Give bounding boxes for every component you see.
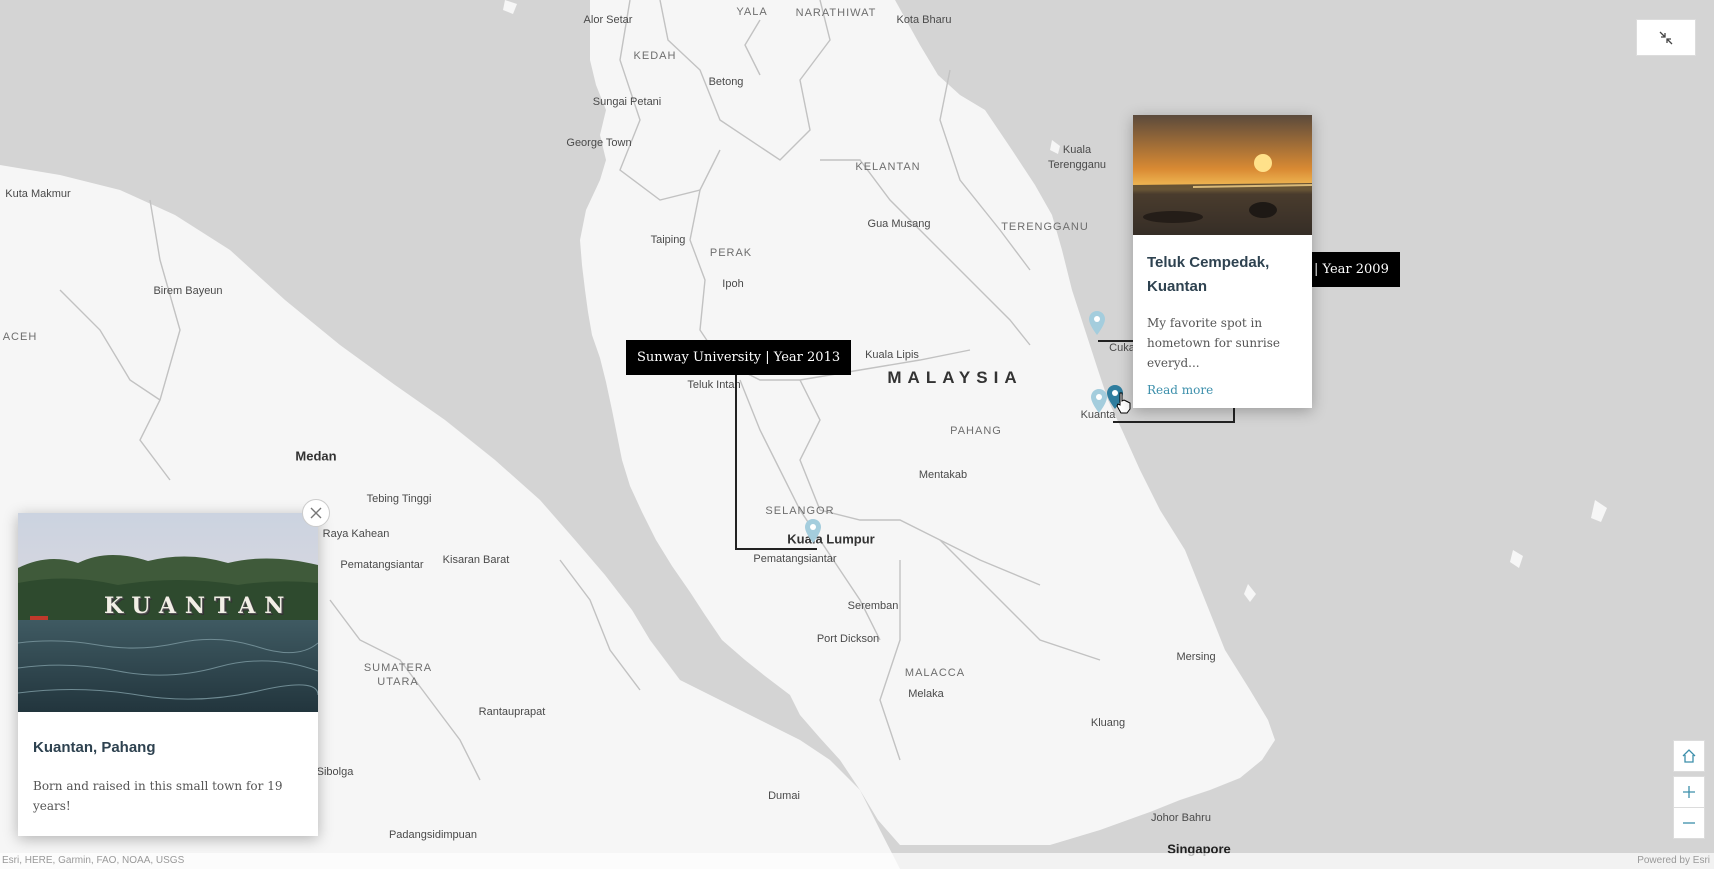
map-label-pematangsiantar-2: Pematangsiantar	[753, 553, 837, 565]
close-popup-button[interactable]	[302, 499, 330, 527]
map-label-kisaran-barat: Kisaran Barat	[442, 554, 510, 566]
map-label-raya-kahean: Raya Kahean	[322, 528, 390, 540]
map-label-pahang: PAHANG	[950, 425, 1002, 437]
popup-image-sunrise	[1133, 115, 1312, 235]
leader-line-cukai	[1098, 340, 1134, 342]
map-label-gua-musang: Gua Musang	[867, 218, 931, 230]
map-label-narathiwat: NARATHIWAT	[795, 7, 877, 19]
popup-description: My favorite spot in hometown for sunrise…	[1147, 316, 1280, 370]
plus-icon	[1683, 786, 1695, 798]
map-label-teluk-intan: Teluk Intan	[687, 379, 741, 391]
map-label-kluang: Kluang	[1090, 717, 1126, 729]
collapse-button[interactable]	[1636, 19, 1696, 56]
map-label-ipoh: Ipoh	[722, 278, 744, 290]
collapse-icon	[1659, 31, 1673, 44]
map-label-mersing: Mersing	[1176, 651, 1216, 663]
map-label-alor-setar: Alor Setar	[583, 14, 633, 26]
timeline-tag-year-2009[interactable]: | Year 2009	[1303, 252, 1400, 287]
map-label-perak: PERAK	[709, 247, 753, 259]
map-label-kedah: KEDAH	[633, 50, 677, 62]
map-label-medan: Medan	[295, 448, 337, 464]
zoom-out-button[interactable]	[1673, 807, 1705, 839]
kuantan-sign-text: KUANTAN	[104, 593, 294, 619]
home-button[interactable]	[1673, 740, 1705, 772]
map-label-aceh: ACEH	[2, 331, 38, 343]
map-attribution[interactable]: Esri, HERE, Garmin, FAO, NOAA, USGS	[2, 853, 184, 869]
home-icon	[1682, 749, 1696, 763]
map-pin-cukai[interactable]	[1088, 310, 1106, 336]
map-label-malaysia: MALAYSIA	[887, 368, 1023, 387]
popup-description: Born and raised in this small town for 1…	[33, 779, 283, 813]
minus-icon	[1683, 822, 1695, 824]
read-more-link[interactable]: Read more	[1147, 383, 1298, 397]
map-label-terengganu: TERENGGANU	[1001, 221, 1089, 233]
popup-title: Kuantan, Pahang	[33, 739, 156, 756]
map-label-dumai: Dumai	[768, 790, 800, 802]
popup-kuantan-pahang[interactable]: KUANTAN Kuantan, Pahang Born and raised …	[18, 513, 318, 836]
map-label-taiping: Taiping	[650, 234, 686, 246]
map-label-kuta-makmur: Kuta Makmur	[5, 188, 71, 200]
popup-title: Teluk Cempedak, Kuantan	[1147, 254, 1270, 295]
map-label-melaka: Melaka	[908, 688, 944, 700]
map-label-kuala-lipis: Kuala Lipis	[865, 349, 919, 361]
hand-cursor-icon	[1116, 392, 1131, 414]
map-label-rantauprapat: Rantauprapat	[478, 706, 546, 718]
map-label-seremban: Seremban	[847, 600, 899, 612]
close-icon	[310, 507, 322, 519]
map-label-betong: Betong	[708, 76, 744, 88]
map-label-birem-bayeun: Birem Bayeun	[153, 285, 223, 297]
map-label-pematangsiantar: Pematangsiantar	[340, 559, 424, 571]
map-label-george-town: George Town	[566, 137, 632, 149]
map-label-tebing-tinggi: Tebing Tinggi	[366, 493, 432, 505]
map-label-yala: YALA	[736, 6, 768, 18]
timeline-tag-sunway-university[interactable]: Sunway University | Year 2013	[626, 340, 852, 375]
popup-teluk-cempedak[interactable]: Teluk Cempedak, Kuantan My favorite spot…	[1133, 115, 1312, 408]
attribution-bar	[0, 853, 1714, 869]
map-label-sibolga: Sibolga	[316, 766, 354, 778]
map-pin-kuala-lumpur[interactable]	[804, 518, 822, 544]
map-label-port-dickson: Port Dickson	[816, 633, 880, 645]
map-label-cukai: Cuka	[1109, 342, 1135, 354]
map-label-johor-bahru: Johor Bahru	[1151, 812, 1211, 824]
powered-by-esri[interactable]: Powered by Esri	[1637, 853, 1710, 869]
map-label-kuala-terengganu: Kuala Terengganu	[1047, 144, 1107, 171]
map-label-kelantan: KELANTAN	[855, 161, 921, 173]
map-label-sungai-petani: Sungai Petani	[592, 96, 662, 108]
map-label-sumatera-utara: SUMATERA UTARA	[363, 662, 433, 688]
map-label-padangsidimpuan: Padangsidimpuan	[388, 829, 478, 841]
map-label-mentakab: Mentakab	[918, 469, 968, 481]
map-label-kota-bharu: Kota Bharu	[896, 14, 952, 26]
map-label-malacca: MALACCA	[904, 667, 966, 679]
zoom-in-button[interactable]	[1673, 776, 1705, 808]
